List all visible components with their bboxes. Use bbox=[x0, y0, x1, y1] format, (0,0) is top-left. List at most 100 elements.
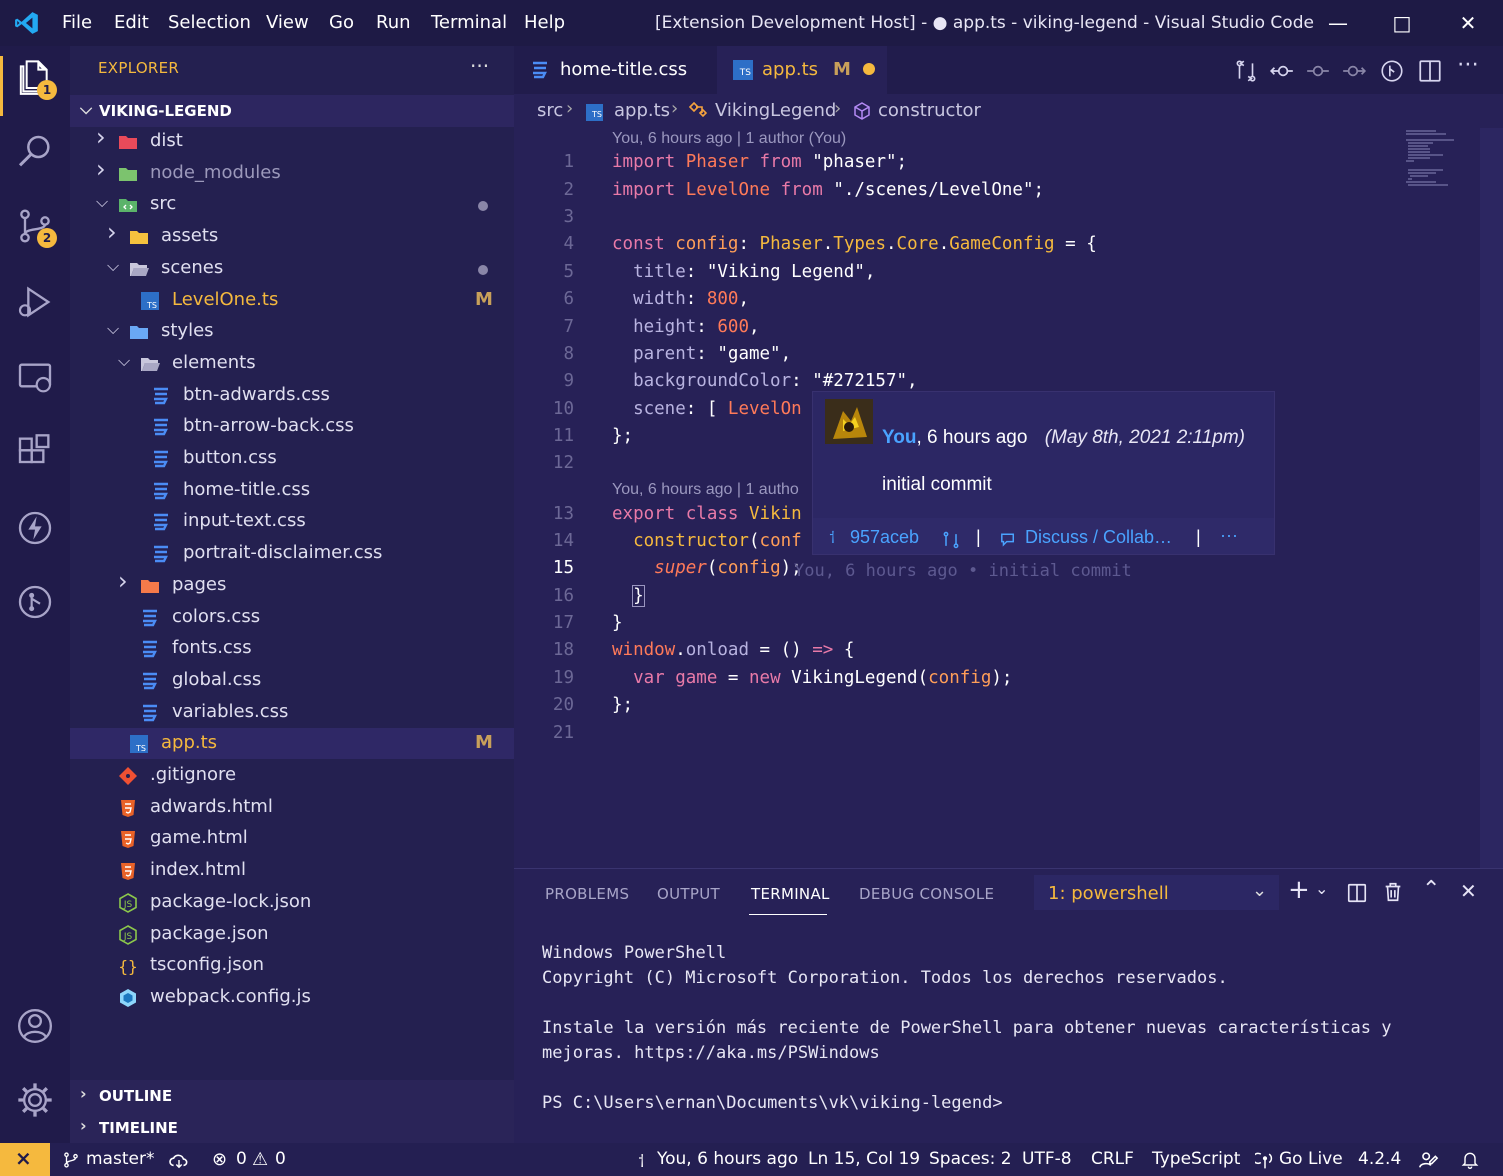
tab-output[interactable]: OUTPUT bbox=[657, 885, 720, 903]
explorer-more-button[interactable]: ··· bbox=[470, 54, 489, 78]
gitlens-inspect-icon[interactable] bbox=[1379, 58, 1405, 84]
tree-item[interactable]: JS package.json bbox=[70, 919, 514, 950]
run-debug-button[interactable] bbox=[15, 282, 57, 324]
split-terminal-icon[interactable] bbox=[1346, 882, 1368, 904]
git-branch[interactable]: master* bbox=[86, 1149, 154, 1169]
tree-item[interactable]: btn-arrow-back.css bbox=[70, 411, 514, 442]
tree-item[interactable]: ⌵ styles bbox=[70, 316, 514, 347]
end-of-line[interactable]: CRLF bbox=[1091, 1149, 1134, 1169]
ts-version[interactable]: 4.2.4 bbox=[1358, 1149, 1401, 1169]
tab-home-title-css[interactable]: home-title.css bbox=[514, 46, 714, 94]
hover-more-button[interactable]: ··· bbox=[1220, 525, 1238, 546]
tree-item[interactable]: JS package-lock.json bbox=[70, 887, 514, 918]
feedback-icon[interactable] bbox=[1417, 1149, 1439, 1171]
sync-cloud-icon[interactable] bbox=[168, 1151, 190, 1169]
next-revision-icon[interactable] bbox=[1341, 58, 1367, 84]
menu-view[interactable]: View bbox=[266, 12, 309, 33]
lightning-button[interactable] bbox=[15, 508, 57, 550]
previous-revision-icon[interactable] bbox=[1269, 58, 1295, 84]
search-button[interactable] bbox=[15, 132, 57, 174]
menu-edit[interactable]: Edit bbox=[114, 12, 149, 33]
tab-debug-console[interactable]: DEBUG CONSOLE bbox=[859, 885, 994, 903]
menu-selection[interactable]: Selection bbox=[168, 12, 251, 33]
close-panel-icon[interactable]: ✕ bbox=[1460, 879, 1477, 903]
tree-item[interactable]: portrait-disclaimer.css bbox=[70, 538, 514, 569]
menu-help[interactable]: Help bbox=[524, 12, 565, 33]
outline-section[interactable]: › OUTLINE bbox=[70, 1080, 514, 1112]
tree-item[interactable]: › node_modules bbox=[70, 155, 514, 189]
compare-changes-icon[interactable] bbox=[941, 530, 961, 550]
codelens-authors[interactable]: You, 6 hours ago | 1 author (You) bbox=[612, 130, 846, 148]
language-mode[interactable]: TypeScript bbox=[1152, 1149, 1240, 1169]
tree-item[interactable]: {} tsconfig.json bbox=[70, 950, 514, 981]
tree-item[interactable]: › assets bbox=[70, 218, 514, 252]
breadcrumb-method[interactable]: constructor bbox=[878, 100, 981, 121]
close-window-button[interactable]: ✕ bbox=[1448, 8, 1488, 38]
compare-changes-icon[interactable] bbox=[1233, 58, 1259, 84]
remote-explorer-button[interactable] bbox=[15, 358, 57, 400]
breadcrumb-file[interactable]: app.ts bbox=[614, 100, 670, 121]
go-live-button[interactable]: Go Live bbox=[1279, 1149, 1343, 1169]
menu-go[interactable]: Go bbox=[329, 12, 354, 33]
menu-run[interactable]: Run bbox=[376, 12, 411, 33]
warning-count[interactable]: 0 bbox=[275, 1149, 286, 1169]
hover-author[interactable]: You bbox=[882, 427, 916, 448]
breadcrumb-src[interactable]: src bbox=[537, 100, 563, 121]
timeline-section[interactable]: › TIMELINE bbox=[70, 1112, 514, 1144]
explorer-button[interactable]: 1 bbox=[15, 58, 57, 100]
tree-item[interactable]: TS app.ts M bbox=[70, 728, 514, 760]
extensions-button[interactable] bbox=[15, 432, 57, 474]
status-blame[interactable]: You, 6 hours ago bbox=[657, 1149, 798, 1169]
terminal-output[interactable]: Windows PowerShell Copyright (C) Microsof… bbox=[542, 941, 1392, 1116]
menu-terminal[interactable]: Terminal bbox=[431, 12, 507, 33]
unsaved-dot-icon[interactable] bbox=[863, 63, 875, 75]
codelens-authors-class[interactable]: You, 6 hours ago | 1 autho bbox=[612, 481, 799, 499]
hover-discuss-link[interactable]: Discuss / Collab… bbox=[1025, 527, 1172, 548]
tree-item[interactable]: fonts.css bbox=[70, 633, 514, 664]
tree-item[interactable]: home-title.css bbox=[70, 475, 514, 506]
tree-item[interactable]: adwards.html bbox=[70, 792, 514, 823]
minimize-button[interactable]: — bbox=[1318, 8, 1358, 38]
remote-indicator[interactable]: ⨯ bbox=[0, 1143, 50, 1176]
workspace-root-header[interactable]: ⌵ VIKING-LEGEND bbox=[70, 95, 514, 127]
maximize-panel-icon[interactable]: ⌃ bbox=[1422, 877, 1440, 902]
cursor-position[interactable]: Ln 15, Col 19 bbox=[808, 1149, 920, 1169]
tree-item[interactable]: ⌵ src bbox=[70, 189, 514, 220]
editor-scrollbar[interactable] bbox=[1480, 128, 1503, 868]
tree-item[interactable]: button.css bbox=[70, 443, 514, 474]
tree-item[interactable]: ⌵ scenes bbox=[70, 253, 514, 284]
encoding[interactable]: UTF-8 bbox=[1022, 1149, 1072, 1169]
tab-terminal[interactable]: TERMINAL bbox=[751, 885, 830, 903]
tree-item[interactable]: ⌵ elements bbox=[70, 348, 514, 379]
breadcrumb-class[interactable]: VikingLegend bbox=[715, 100, 836, 121]
maximize-button[interactable]: □ bbox=[1382, 8, 1422, 38]
tree-item[interactable]: btn-adwards.css bbox=[70, 380, 514, 411]
tab-app-ts[interactable]: TS app.ts M bbox=[717, 46, 887, 94]
more-actions-icon[interactable]: ⋯ bbox=[1457, 52, 1479, 77]
gitlens-button[interactable] bbox=[15, 582, 57, 624]
tree-item[interactable]: input-text.css bbox=[70, 506, 514, 537]
terminal-select[interactable]: 1: powershell ⌄ bbox=[1034, 875, 1279, 910]
hover-sha-link[interactable]: 957aceb bbox=[850, 527, 919, 548]
indentation[interactable]: Spaces: 2 bbox=[929, 1149, 1012, 1169]
tree-item[interactable]: › dist bbox=[70, 123, 514, 157]
trash-icon[interactable] bbox=[1382, 881, 1404, 903]
menu-file[interactable]: File bbox=[62, 12, 92, 33]
error-count[interactable]: 0 bbox=[236, 1149, 247, 1169]
split-editor-icon[interactable] bbox=[1417, 58, 1443, 84]
tree-item[interactable]: .gitignore bbox=[70, 760, 514, 791]
tree-item[interactable]: colors.css bbox=[70, 602, 514, 633]
tab-problems[interactable]: PROBLEMS bbox=[545, 885, 629, 903]
manage-button[interactable] bbox=[15, 1080, 57, 1122]
tree-item[interactable]: global.css bbox=[70, 665, 514, 696]
tree-item[interactable]: › pages bbox=[70, 567, 514, 601]
accounts-button[interactable] bbox=[15, 1006, 57, 1048]
minimap[interactable] bbox=[1400, 128, 1480, 188]
tree-item[interactable]: variables.css bbox=[70, 697, 514, 728]
tree-item[interactable]: game.html bbox=[70, 823, 514, 854]
new-terminal-button[interactable]: + bbox=[1288, 875, 1310, 905]
chevron-down-icon[interactable]: ⌄ bbox=[1315, 879, 1328, 898]
bell-icon[interactable] bbox=[1460, 1149, 1480, 1171]
source-control-button[interactable]: 2 bbox=[15, 206, 57, 248]
tree-item[interactable]: index.html bbox=[70, 855, 514, 886]
